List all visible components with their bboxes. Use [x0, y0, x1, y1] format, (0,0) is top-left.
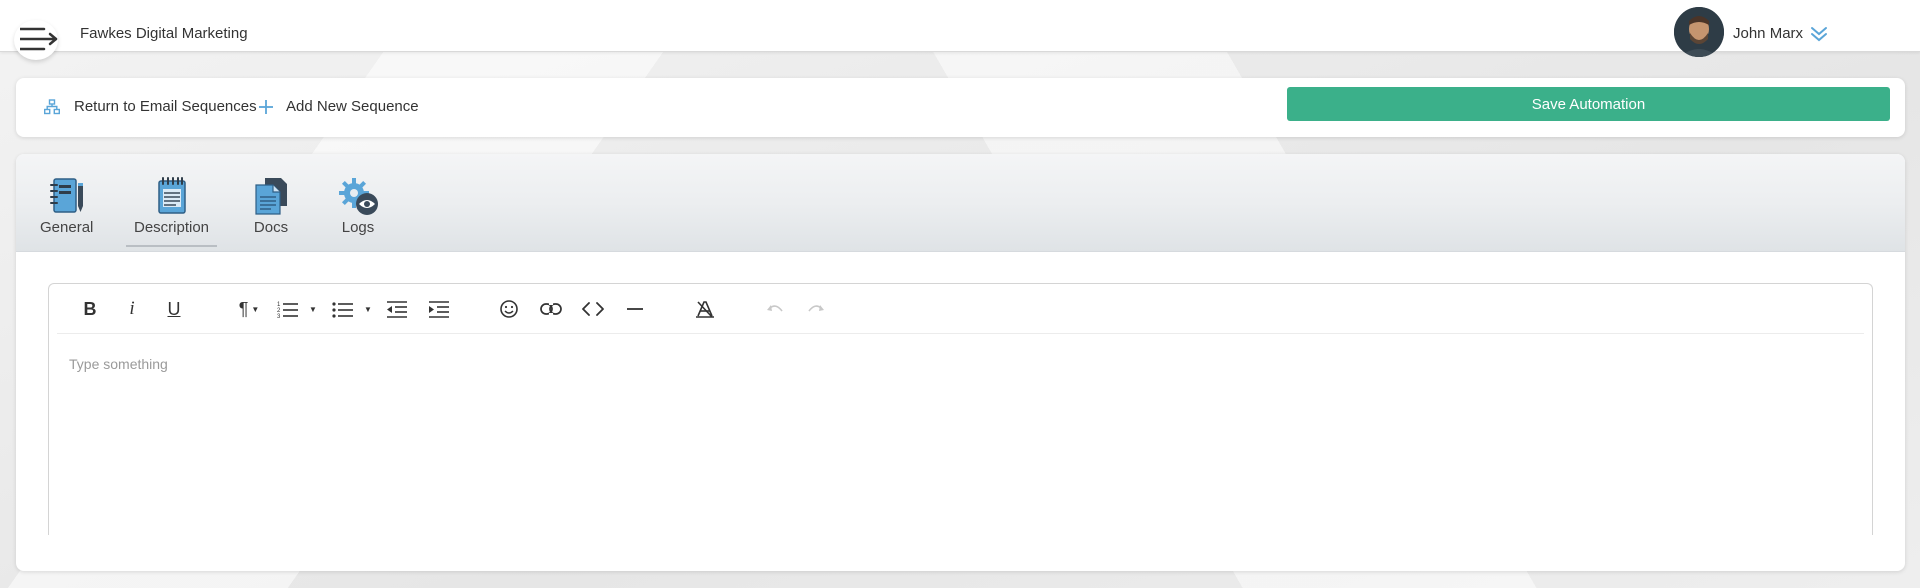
return-link-label: Return to Email Sequences [74, 98, 257, 115]
insert-link-button[interactable] [539, 297, 563, 321]
add-new-sequence-link[interactable]: Add New Sequence [258, 98, 419, 115]
clear-formatting-button[interactable] [693, 297, 717, 321]
company-name: Fawkes Digital Marketing [80, 25, 248, 42]
editor-content-area[interactable]: Type something [69, 356, 168, 372]
emoji-button[interactable] [498, 297, 520, 321]
bullet-list-dropdown[interactable]: ▼ [331, 297, 373, 321]
underline-button[interactable]: U [165, 297, 183, 321]
double-chevron-down-icon[interactable] [1810, 25, 1828, 48]
menu-button[interactable] [14, 20, 58, 60]
add-link-label: Add New Sequence [286, 98, 419, 115]
link-icon [540, 302, 562, 316]
top-header: Fawkes Digital Marketing John Marx [0, 0, 1920, 60]
bullet-list-icon [332, 302, 354, 318]
tab-label: General [40, 219, 94, 236]
hamburger-arrow-icon [20, 27, 58, 51]
tab-logs[interactable]: Logs [336, 176, 380, 236]
indent-button[interactable] [427, 297, 451, 321]
indent-icon [429, 301, 449, 318]
caret-down-icon: ▼ [251, 304, 260, 314]
ordered-list-icon: 1 2 3 [277, 302, 299, 318]
svg-text:3: 3 [277, 314, 281, 318]
undo-icon [767, 305, 783, 312]
outdent-icon [387, 301, 407, 318]
ordered-list-dropdown[interactable]: 1 2 3 ▼ [276, 297, 318, 321]
outdent-button[interactable] [385, 297, 409, 321]
main-panel: General Description Docs Logs B i U ¶ ▼ … [16, 154, 1905, 571]
plus-icon [259, 99, 273, 114]
code-button[interactable] [581, 297, 605, 321]
caret-down-icon: ▼ [309, 304, 317, 314]
horizontal-rule-icon [627, 308, 643, 310]
tab-docs[interactable]: Docs [251, 176, 291, 236]
emoji-icon [500, 300, 518, 318]
gear-eye-icon [339, 178, 378, 215]
user-name[interactable]: John Marx [1733, 25, 1803, 42]
code-icon [582, 302, 604, 316]
bold-button[interactable]: B [81, 297, 99, 321]
redo-button[interactable] [804, 297, 828, 321]
return-to-sequences-link[interactable]: Return to Email Sequences [44, 98, 257, 115]
action-bar: Return to Email Sequences Add New Sequen… [16, 78, 1905, 137]
tab-bar: General Description Docs Logs [16, 154, 1905, 252]
editor-toolbar: B i U ¶ ▼ 1 2 3 ▼ ▼ [57, 284, 1864, 334]
rich-text-editor: B i U ¶ ▼ 1 2 3 ▼ ▼ Type something [48, 283, 1873, 535]
tab-label: Docs [253, 219, 289, 236]
avatar[interactable] [1674, 7, 1724, 57]
documents-icon [255, 178, 287, 215]
tab-label: Description [134, 219, 210, 236]
paragraph-icon: ¶ [238, 298, 249, 319]
sitemap-icon [44, 98, 60, 114]
paragraph-format-dropdown[interactable]: ¶ ▼ [233, 297, 265, 321]
tab-description[interactable]: Description [125, 176, 218, 247]
notepad-icon [157, 177, 186, 214]
notebook-pen-icon [49, 178, 83, 213]
clear-formatting-icon [696, 301, 714, 318]
tab-general[interactable]: General [40, 176, 93, 236]
horizontal-rule-button[interactable] [623, 297, 647, 321]
italic-button[interactable]: i [123, 297, 141, 321]
undo-button[interactable] [763, 297, 787, 321]
tab-label: Logs [341, 219, 375, 236]
save-automation-button[interactable]: Save Automation [1287, 87, 1890, 121]
caret-down-icon: ▼ [364, 304, 372, 314]
avatar-image [1674, 7, 1724, 57]
redo-icon [808, 305, 824, 312]
